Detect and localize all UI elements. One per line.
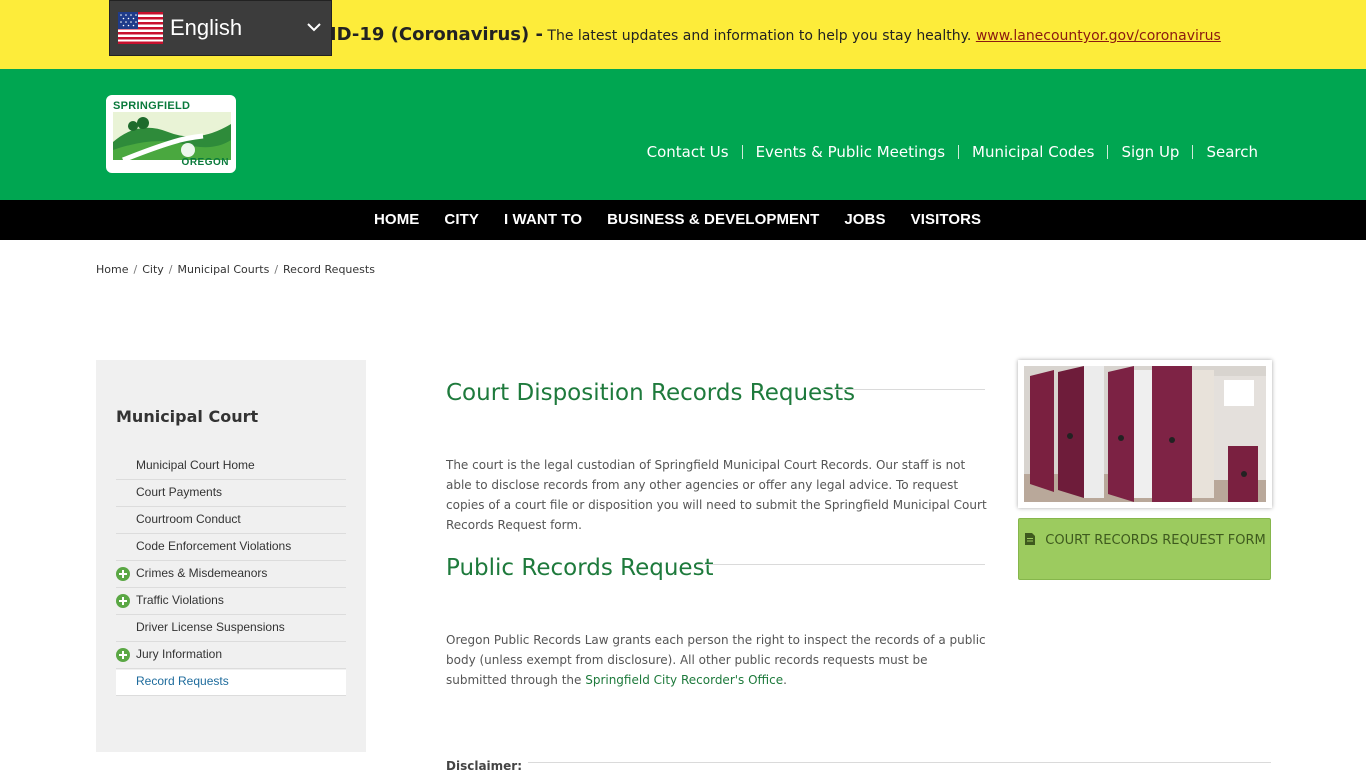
heading-divider [697,564,985,565]
expand-plus-icon[interactable] [116,648,130,662]
expand-plus-icon[interactable] [116,594,130,608]
nav-home[interactable]: HOME [374,211,419,228]
sidebar-item-crimes-misdemeanors[interactable]: Crimes & Misdemeanors [116,562,346,588]
logo-text-bottom: OREGON [181,157,229,168]
main-nav: HOME CITY I WANT TO BUSINESS & DEVELOPME… [0,200,1366,240]
sign-up-link[interactable]: Sign Up [1121,143,1179,161]
logo-text-top: SPRINGFIELD [113,100,191,112]
disclaimer-label: Disclaimer: [446,759,523,773]
sidebar-item-label: Municipal Court Home [136,458,255,472]
springfield-logo[interactable]: SPRINGFIELD OREGON [106,95,236,173]
municipal-codes-link[interactable]: Municipal Codes [972,143,1094,161]
sidebar-item-label: Courtroom Conduct [136,512,241,526]
nav-i-want-to[interactable]: I WANT TO [504,211,582,228]
search-link[interactable]: Search [1206,143,1258,161]
court-disposition-text: The court is the legal custodian of Spri… [446,458,987,532]
button-label: COURT RECORDS REQUEST FORM [1045,533,1266,548]
sidebar-item-code-enforcement[interactable]: Code Enforcement Violations [116,535,346,561]
sidebar-item-label: Record Requests [136,674,229,688]
sidebar-item-record-requests[interactable]: Record Requests [116,670,346,696]
language-label: English [170,15,243,40]
divider [741,145,743,159]
nav-jobs[interactable]: JOBS [844,211,885,228]
sidebar-title: Municipal Court [116,407,259,426]
records-shelves-image [1024,366,1266,502]
breadcrumb-city[interactable]: City [142,263,164,276]
us-flag-icon [118,12,163,44]
public-records-heading: Public Records Request [446,555,714,581]
document-icon [1025,533,1036,545]
utility-nav: Contact Us Events & Public Meetings Muni… [647,143,1258,161]
breadcrumb-home[interactable]: Home [96,263,128,276]
sidebar-item-label: Crimes & Misdemeanors [136,566,268,580]
nav-city[interactable]: CITY [444,211,479,228]
sidebar-item-label: Jury Information [136,647,223,661]
sidebar-item-driver-license[interactable]: Driver License Suspensions [116,616,346,642]
divider [958,145,960,159]
sidebar-menu: Municipal Court Home Court Payments Cour… [116,454,346,697]
sidebar-item-municipal-court-home[interactable]: Municipal Court Home [116,454,346,480]
button-label-wrap: COURT RECORDS REQUEST FORM [1019,532,1272,549]
chevron-down-icon [307,23,321,32]
sidebar-item-traffic-violations[interactable]: Traffic Violations [116,589,346,615]
sidebar-item-court-payments[interactable]: Court Payments [116,481,346,507]
breadcrumb: Home / City / Municipal Courts / Record Reques… [96,263,375,276]
alert-message: The latest updates and information to he… [542,28,976,44]
city-recorder-link[interactable]: Springfield City Recorder's Office [585,673,783,687]
heading-divider [822,389,985,390]
sidebar-item-label: Driver License Suspensions [136,620,285,634]
sidebar-item-courtroom-conduct[interactable]: Courtroom Conduct [116,508,346,534]
alert-text: VID-19 (Coronavirus) - The latest update… [316,24,1221,45]
expand-plus-icon[interactable] [116,567,130,581]
sidebar-item-jury-information[interactable]: Jury Information [116,643,346,669]
disclaimer-divider [528,762,1271,763]
sidebar-item-label: Court Payments [136,485,223,499]
public-records-text: Oregon Public Records Law grants each pe… [446,630,991,690]
divider [1107,145,1109,159]
language-selector[interactable]: English [109,0,332,56]
public-records-end: . [783,673,787,687]
breadcrumb-municipal-courts[interactable]: Municipal Courts [177,263,269,276]
events-link[interactable]: Events & Public Meetings [756,143,945,161]
coronavirus-link[interactable]: www.lanecountyor.gov/coronavirus [976,28,1221,44]
court-records-request-form-button[interactable]: COURT RECORDS REQUEST FORM [1018,518,1271,580]
court-disposition-heading: Court Disposition Records Requests [446,380,856,406]
sidebar-item-label: Traffic Violations [136,593,224,607]
sidebar: Municipal Court Municipal Court Home Cou… [96,360,366,752]
nav-visitors[interactable]: VISITORS [911,211,982,228]
divider [1192,145,1194,159]
alert-title: VID-19 (Coronavirus) - [316,24,543,45]
nav-business-development[interactable]: BUSINESS & DEVELOPMENT [607,211,819,228]
landscape-icon [113,112,231,160]
records-shelves-photo [1018,360,1272,508]
breadcrumb-current: Record Requests [283,263,375,276]
contact-us-link[interactable]: Contact Us [647,143,729,161]
site-header: SPRINGFIELD OREGON Contact Us Events & P… [0,69,1366,200]
sidebar-item-label: Code Enforcement Violations [136,539,292,553]
